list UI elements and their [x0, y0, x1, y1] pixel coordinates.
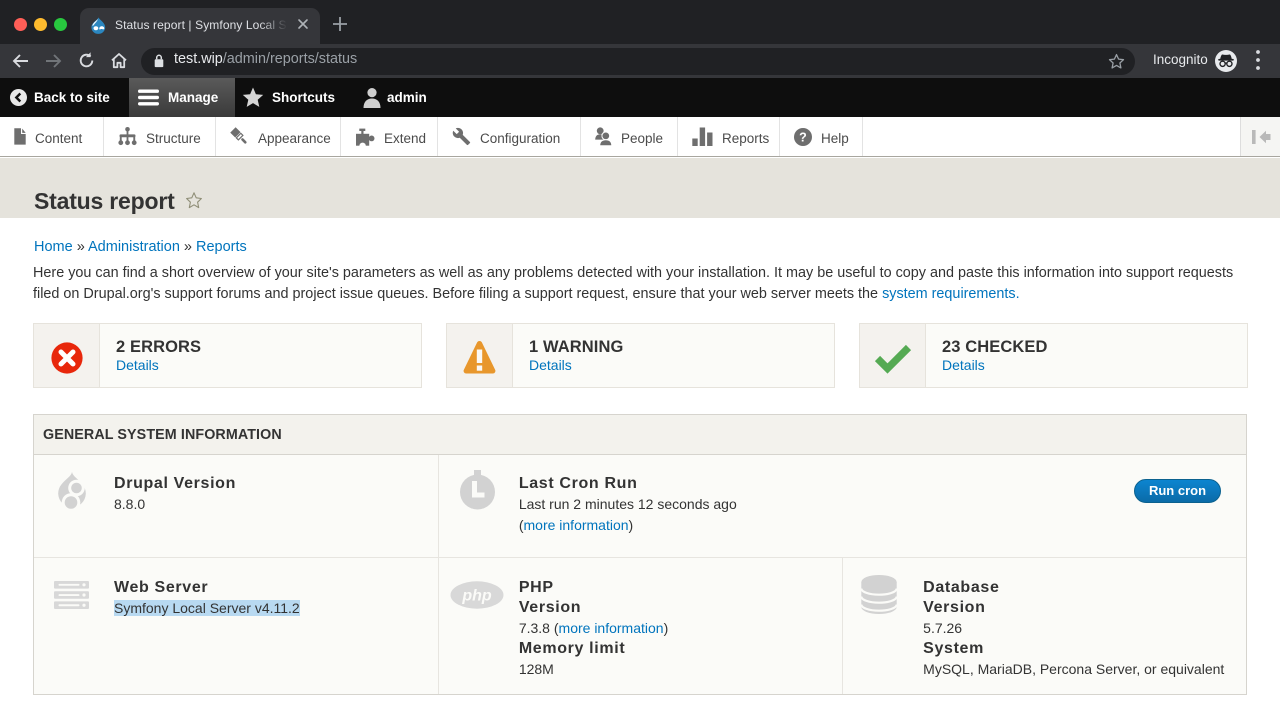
svg-text:php: php: [461, 587, 492, 604]
svg-text:?: ?: [799, 130, 807, 144]
